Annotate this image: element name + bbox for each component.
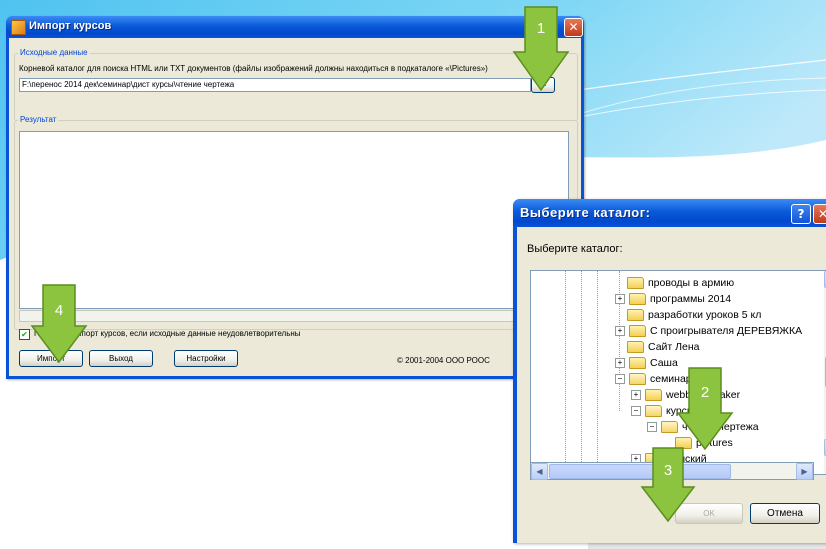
tree-item[interactable]: + С проигрывателя ДЕРЕВЯЖКА <box>615 323 802 339</box>
tree-item[interactable]: + программы 2014 <box>615 291 731 307</box>
folder-icon <box>629 325 646 337</box>
exit-button[interactable]: Выход <box>89 350 153 367</box>
window-body: Исходные данные Корневой каталог для пои… <box>9 38 581 376</box>
scroll-left-icon[interactable]: ◀ <box>531 463 548 480</box>
dialog-title-bar[interactable]: Выберите каталог: ? ✕ <box>513 199 826 227</box>
app-icon <box>11 20 26 35</box>
tree-guide <box>565 271 566 474</box>
expand-icon[interactable]: + <box>631 390 641 400</box>
result-hscroll[interactable] <box>19 310 569 322</box>
result-group-label: Результат <box>18 115 59 124</box>
folder-icon <box>645 389 662 401</box>
step-4-arrow <box>30 284 88 364</box>
collapse-icon[interactable]: − <box>615 374 625 384</box>
step-4-number: 4 <box>54 302 64 319</box>
tree-item[interactable]: проводы в армию <box>627 275 734 291</box>
folder-icon <box>627 341 644 353</box>
folder-icon <box>627 309 644 321</box>
open-folder-icon <box>629 373 646 385</box>
tree-guide <box>597 271 598 474</box>
abort-checkbox[interactable]: ✔ <box>19 329 30 340</box>
tree-guide <box>581 271 582 474</box>
dialog-title: Выберите каталог: <box>520 205 651 220</box>
open-folder-icon <box>645 405 662 417</box>
settings-button[interactable]: Настройки <box>174 350 238 367</box>
copyright-text: © 2001-2004 ООО РООС <box>397 356 490 365</box>
path-input[interactable]: F:\перенос 2014 дек\семинар\дист курсы\ч… <box>19 78 531 92</box>
step-1-arrow <box>512 6 570 92</box>
source-group-label: Исходные данные <box>18 48 90 57</box>
collapse-icon[interactable]: − <box>631 406 641 416</box>
tree-item[interactable]: Сайт Лена <box>627 339 700 355</box>
root-hint-text: Корневой каталог для поиска HTML или TXT… <box>19 64 488 73</box>
help-icon[interactable]: ? <box>791 204 811 224</box>
tree-item[interactable]: + Саша <box>615 355 678 371</box>
dialog-close-icon[interactable]: ✕ <box>813 204 826 224</box>
step-3-number: 3 <box>663 462 673 479</box>
expand-icon[interactable]: + <box>615 326 625 336</box>
expand-icon[interactable]: + <box>615 294 625 304</box>
step-2-arrow <box>676 367 734 451</box>
collapse-icon[interactable]: − <box>647 422 657 432</box>
tree-item[interactable]: разработки уроков 5 кл <box>627 307 761 323</box>
title-bar[interactable]: Импорт курсов ✕ <box>6 16 584 38</box>
cancel-button[interactable]: Отмена <box>750 503 820 524</box>
folder-icon <box>629 357 646 369</box>
folder-icon <box>627 277 644 289</box>
folder-icon <box>629 293 646 305</box>
step-2-number: 2 <box>700 384 710 401</box>
import-courses-window: Импорт курсов ✕ Исходные данные Корневой… <box>6 16 584 379</box>
dialog-prompt: Выберите каталог: <box>527 243 623 255</box>
result-log[interactable] <box>19 131 569 309</box>
scroll-right-icon[interactable]: ▶ <box>796 463 813 480</box>
window-title: Импорт курсов <box>29 20 112 32</box>
expand-icon[interactable]: + <box>615 358 625 368</box>
step-3-arrow <box>640 447 696 523</box>
step-1-number: 1 <box>536 20 546 37</box>
